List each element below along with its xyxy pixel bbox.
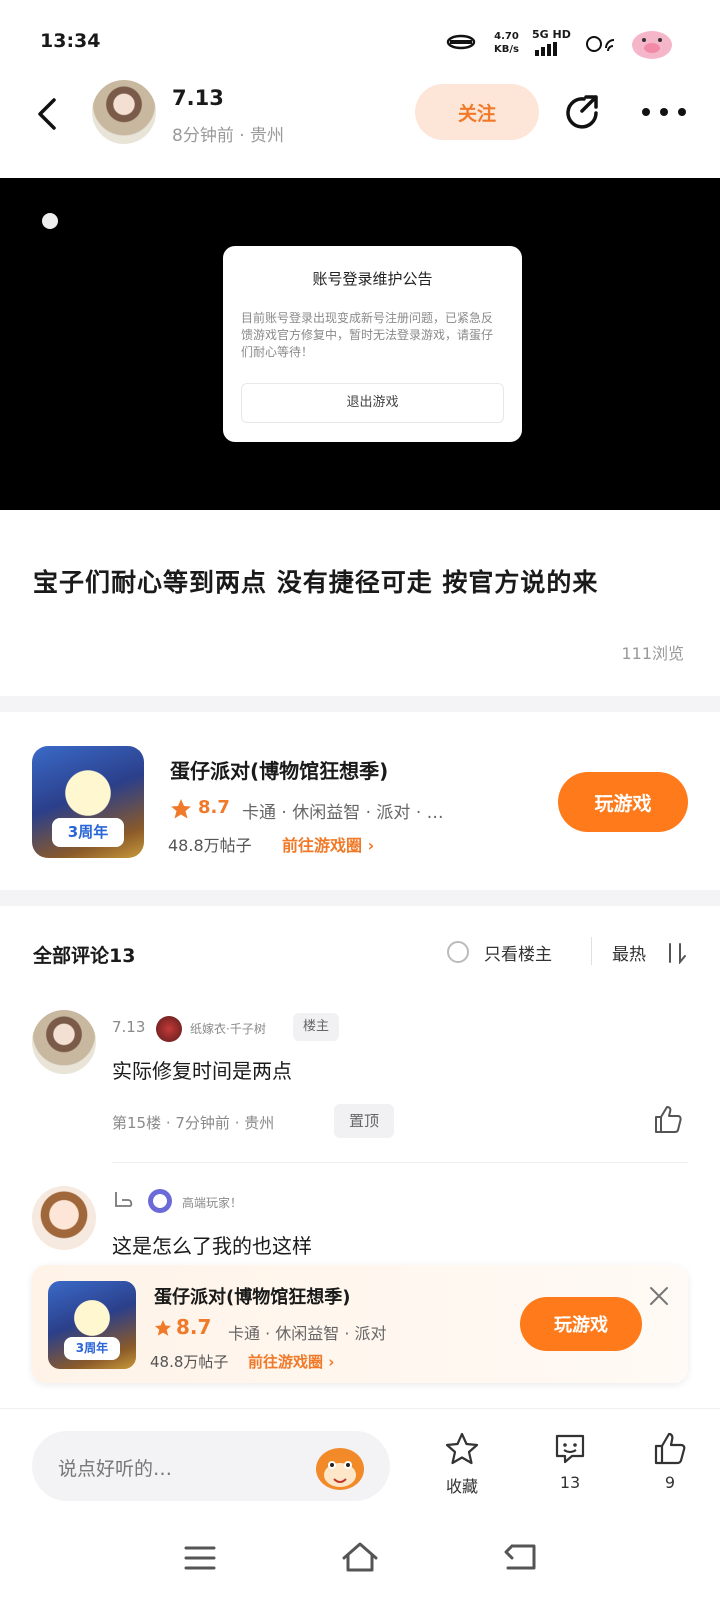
- goto-game-circle-link[interactable]: 前往游戏圈 ›: [248, 1351, 334, 1372]
- game-post-count: 48.8万帖子: [150, 1353, 229, 1371]
- only-op-label[interactable]: 只看楼主: [484, 940, 552, 965]
- more-options-icon[interactable]: [640, 100, 688, 124]
- back-nav-icon[interactable]: [502, 1542, 538, 1572]
- post-text: 宝子们耐心等到两点 没有捷径可走 按官方说的来: [33, 568, 599, 597]
- follow-button[interactable]: 关注: [415, 84, 539, 140]
- medal-title: 纸嫁衣·千子树: [190, 1022, 266, 1036]
- video-indicator-dot: [42, 213, 58, 229]
- comment-input[interactable]: 说点好听的…: [32, 1431, 390, 1501]
- goto-game-circle-link[interactable]: 前往游戏圈 ›: [282, 832, 374, 856]
- comment-avatar[interactable]: [32, 1010, 96, 1074]
- play-game-button[interactable]: 玩游戏: [520, 1297, 642, 1351]
- battery-pig-icon: [632, 31, 672, 59]
- game-icon[interactable]: 3周年: [32, 746, 144, 858]
- comment-text: 实际修复时间是两点: [112, 1059, 292, 1083]
- game-icon[interactable]: 3周年: [48, 1281, 136, 1369]
- wifi-icon: [586, 36, 615, 52]
- signal-bars-icon: [535, 42, 557, 56]
- comment-avatar[interactable]: [32, 1186, 96, 1250]
- sort-icon[interactable]: [664, 942, 686, 964]
- home-icon[interactable]: [340, 1540, 380, 1574]
- favorite-button[interactable]: 收藏: [432, 1431, 492, 1497]
- view-count: 111浏览: [621, 644, 684, 663]
- thumbs-up-icon: [654, 1432, 686, 1465]
- like-button[interactable]: 9: [640, 1431, 700, 1492]
- post-meta: 8分钟前 · 贵州: [172, 126, 285, 146]
- back-icon[interactable]: [28, 92, 68, 136]
- medal-avatar: [156, 1016, 182, 1042]
- star-icon: [171, 799, 191, 819]
- section-divider: [0, 890, 720, 906]
- floating-game-card[interactable]: 3周年 蛋仔派对(博物馆狂想季) 8.7 卡通 · 休闲益智 · 派对 48.8…: [32, 1265, 688, 1383]
- post-video[interactable]: 账号登录维护公告 目前账号登录出现变成新号注册问题，已紧急反馈游戏官方修复中，暂…: [0, 178, 720, 510]
- chevron-right-icon: ›: [328, 1353, 335, 1371]
- status-bar: 13:34 4.70 KB/s 5G HD: [0, 0, 720, 80]
- comment-divider: [112, 1162, 688, 1163]
- author-name[interactable]: 7.13: [172, 86, 224, 110]
- mascot-emoji-icon[interactable]: [312, 1439, 368, 1493]
- game-title[interactable]: 蛋仔派对(博物馆狂想季): [154, 1283, 350, 1309]
- signal-label: 5G HD: [532, 28, 571, 41]
- net-speed: 4.70 KB/s: [494, 31, 519, 55]
- game-rating: 8.7: [176, 1315, 212, 1339]
- maintenance-dialog: 账号登录维护公告 目前账号登录出现变成新号注册问题，已紧急反馈游戏官方修复中，暂…: [223, 246, 522, 442]
- op-tag: 楼主: [293, 1013, 339, 1041]
- close-icon[interactable]: [648, 1285, 670, 1307]
- game-rating: 8.7: [198, 797, 230, 818]
- comment-meta: 第15楼 · 7分钟前 · 贵州: [112, 1114, 275, 1132]
- share-icon[interactable]: [562, 91, 606, 135]
- hotspot-icon: [446, 34, 476, 50]
- sort-label[interactable]: 最热: [612, 940, 646, 965]
- exit-game-button: 退出游戏: [241, 383, 504, 423]
- bottom-action-bar: 说点好听的… 收藏 13 9: [0, 1408, 720, 1508]
- medal-avatar: [148, 1189, 172, 1213]
- dialog-body: 目前账号登录出现变成新号注册问题，已紧急反馈游戏官方修复中，暂时无法登录游戏，请…: [241, 311, 494, 359]
- system-nav-bar: [0, 1508, 720, 1608]
- game-tags: 卡通 · 休闲益智 · 派对: [228, 1324, 387, 1343]
- dialog-title: 账号登录维护公告: [312, 270, 433, 288]
- pinned-tag: 置顶: [334, 1104, 394, 1138]
- game-title[interactable]: 蛋仔派对(博物馆狂想季): [170, 755, 388, 784]
- comment-author[interactable]: 7.13: [112, 1018, 145, 1036]
- only-op-radio[interactable]: [447, 941, 469, 963]
- comment-author[interactable]: 高端玩家！: [182, 1194, 242, 1211]
- chevron-right-icon: ›: [367, 836, 375, 855]
- app-root: 13:34 4.70 KB/s 5G HD 7.13 8分钟前 · 贵州 关注: [0, 0, 720, 1608]
- game-tags: 卡通 · 休闲益智 · 派对 · …: [242, 803, 444, 823]
- status-time: 13:34: [40, 30, 101, 52]
- star-outline-icon: [445, 1432, 479, 1465]
- author-avatar[interactable]: [92, 80, 156, 144]
- star-icon: [155, 1320, 171, 1336]
- like-icon[interactable]: [652, 1104, 684, 1136]
- section-divider: [0, 696, 720, 712]
- comment-text: 这是怎么了我的也这样: [112, 1234, 312, 1258]
- header-separator: [591, 937, 592, 965]
- comments-button[interactable]: 13: [540, 1431, 600, 1492]
- game-post-count: 48.8万帖子: [168, 836, 252, 855]
- play-game-button[interactable]: 玩游戏: [558, 772, 688, 832]
- comments-title: 全部评论13: [33, 945, 136, 967]
- gesture-icon: [115, 1192, 133, 1207]
- comment-bubble-icon: [555, 1434, 585, 1464]
- menu-icon[interactable]: [184, 1544, 216, 1572]
